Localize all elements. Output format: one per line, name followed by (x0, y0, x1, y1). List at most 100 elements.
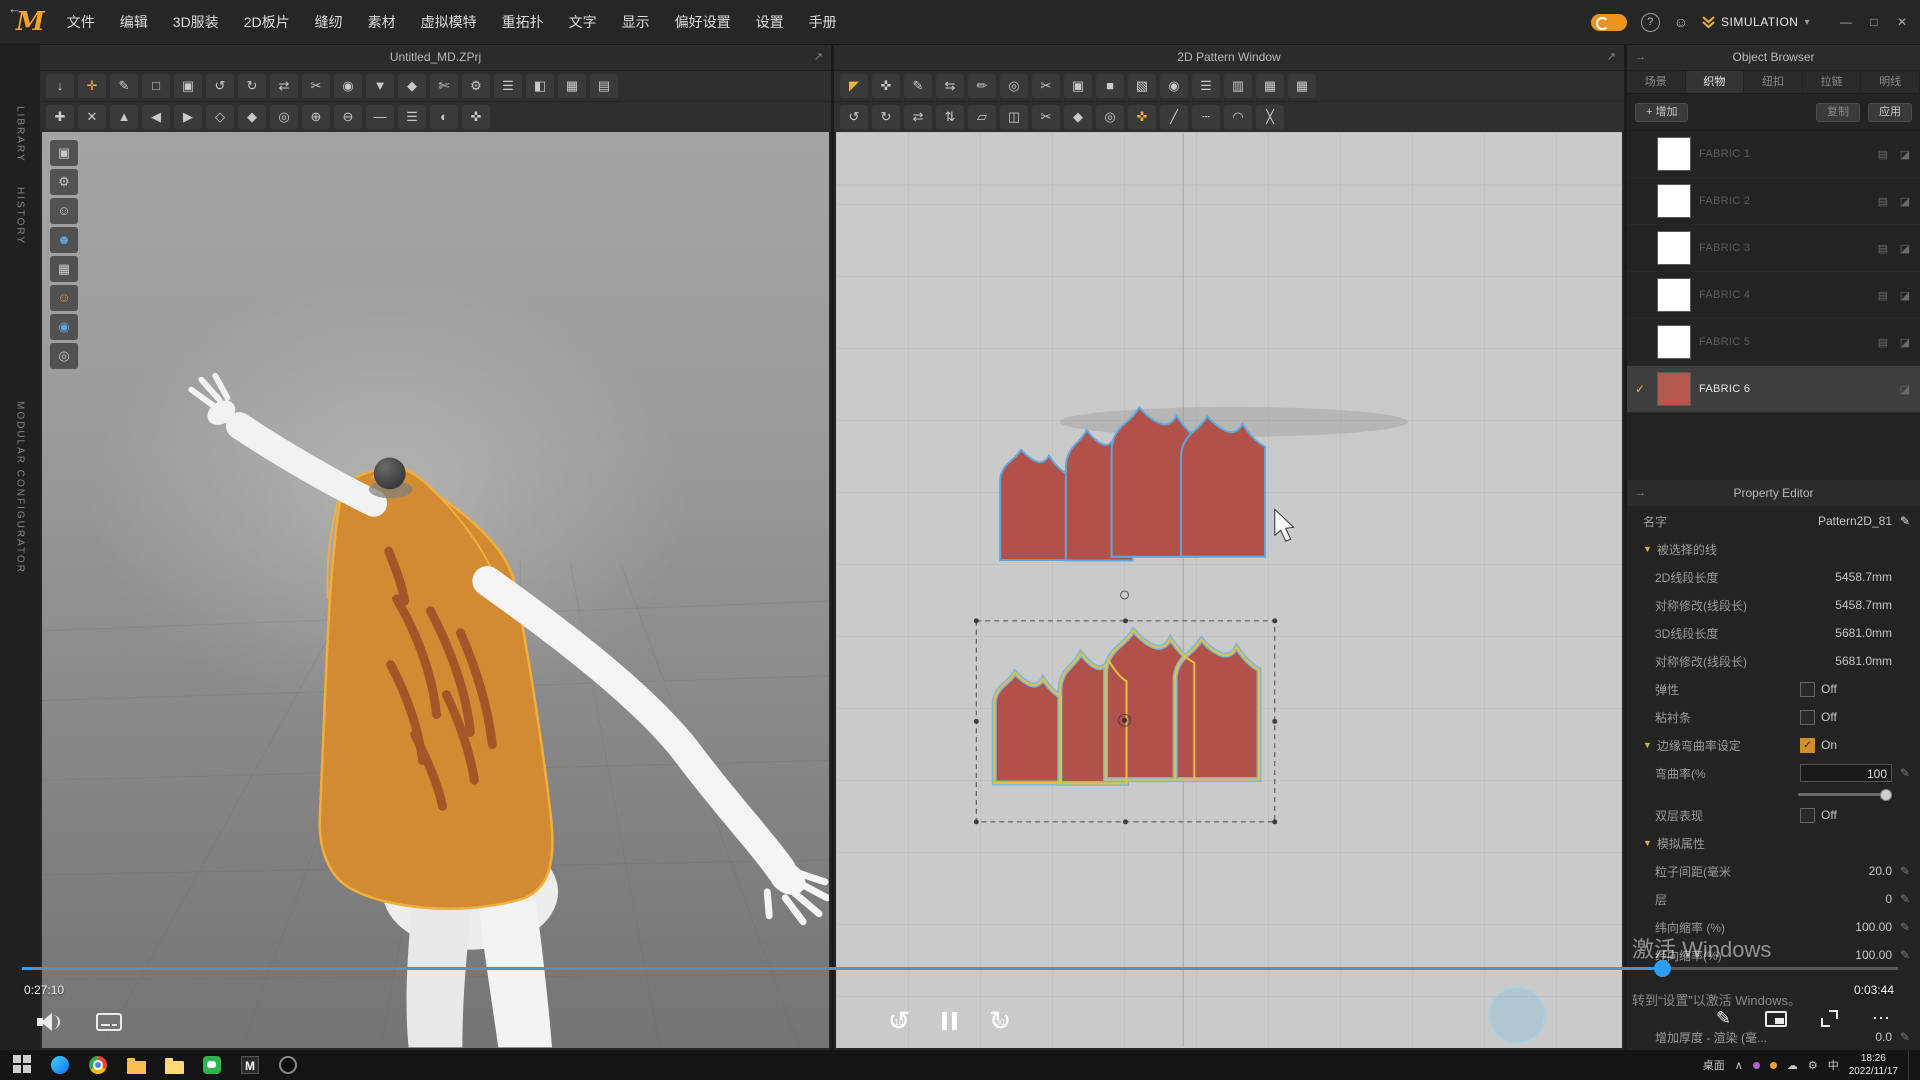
toolbar-icon[interactable]: ⚙ (462, 74, 490, 98)
tab-scene[interactable]: 场景 (1627, 71, 1686, 93)
annotate-pencil-icon[interactable]: ✎ (1716, 1008, 1731, 1029)
taskbar-item-marvelous-designer[interactable]: M (240, 1055, 260, 1075)
collapse-arrow-icon[interactable]: → (1635, 44, 1646, 70)
toolbar-icon[interactable]: ▧ (1128, 74, 1156, 98)
section-simulation-properties[interactable]: ▼ 模拟属性 (1627, 829, 1920, 857)
sidebar-item-modular-configurator[interactable]: MODULAR CONFIGURATOR (15, 401, 26, 574)
toolbar-icon[interactable]: ◇ (206, 105, 234, 129)
toolbar-icon[interactable]: ▤ (590, 74, 618, 98)
show-desktop-button[interactable] (1908, 1050, 1914, 1080)
menu-item[interactable]: 文字 (569, 12, 597, 32)
sheet-icon[interactable]: ▤ (1876, 148, 1890, 161)
toolbar-icon[interactable]: ◫ (1000, 105, 1028, 129)
avatar-mode-icon[interactable]: ⚙ (50, 169, 78, 195)
desktop-toolbar-label[interactable]: 桌面 (1703, 1057, 1725, 1073)
taskbar-item-chrome[interactable] (88, 1055, 108, 1075)
list-item[interactable]: ✓ FABRIC 4 ▤ ◪ (1627, 272, 1920, 319)
pivot-marker[interactable] (1121, 591, 1129, 599)
menu-item[interactable]: 3D服装 (173, 12, 219, 32)
taskbar-clock[interactable]: 18:26 2022/11/17 (1849, 1052, 1898, 1078)
toolbar-icon[interactable]: ▦ (558, 74, 586, 98)
pin-icon[interactable]: ◪ (1898, 242, 1912, 255)
more-options-icon[interactable]: ⋯ (1872, 1008, 1890, 1029)
toolbar-icon[interactable]: ☰ (1192, 74, 1220, 98)
pattern-canvas[interactable] (836, 132, 1622, 1048)
sidebar-item-history[interactable]: HISTORY (15, 187, 26, 245)
sheet-icon[interactable]: ▤ (1876, 195, 1890, 208)
toolbar-icon[interactable]: ▥ (1224, 74, 1252, 98)
subtitles-icon[interactable] (96, 1013, 122, 1031)
toolbar-icon[interactable]: ◎ (270, 105, 298, 129)
collapse-arrow-icon[interactable]: → (1635, 480, 1646, 506)
video-progress-handle[interactable] (1654, 960, 1671, 977)
toolbar-icon[interactable]: ⇆ (936, 74, 964, 98)
menu-item[interactable]: 缝纫 (315, 12, 343, 32)
help-icon[interactable]: ? (1641, 13, 1660, 32)
property-value[interactable]: 0.0 (1875, 1030, 1892, 1044)
keyframe-pencil-icon[interactable]: ✎ (1898, 948, 1912, 962)
pattern-group-top[interactable] (1000, 408, 1265, 561)
toolbar-icon[interactable]: ◐ (430, 105, 458, 129)
checkbox-off[interactable] (1800, 710, 1815, 725)
toolbar-icon[interactable]: ▣ (1064, 74, 1092, 98)
tray-settings-icon[interactable]: ⚙ (1808, 1059, 1818, 1072)
float-badge[interactable] (1488, 986, 1546, 1044)
avatar-mode-icon[interactable]: ☻ (50, 227, 78, 253)
tab-fabric[interactable]: 织物 (1686, 71, 1745, 93)
taskbar-item-folder[interactable] (126, 1055, 146, 1075)
menu-item[interactable]: 设置 (756, 12, 784, 32)
toolbar-icon[interactable]: ▼ (366, 74, 394, 98)
fullscreen-icon[interactable] (1821, 1010, 1838, 1027)
toolbar-icon[interactable]: ╳ (1256, 105, 1284, 129)
sheet-icon[interactable]: ▤ (1876, 289, 1890, 302)
toolbar-icon[interactable]: ↺ (840, 105, 868, 129)
pin-icon[interactable]: ◪ (1898, 148, 1912, 161)
toolbar-icon[interactable]: ◉ (334, 74, 362, 98)
toolbar-icon[interactable]: ↻ (872, 105, 900, 129)
toolbar-icon[interactable]: ◧ (526, 74, 554, 98)
forward-30-button[interactable]: ↻ 30 (985, 1006, 1015, 1036)
tray-expand-icon[interactable]: ∧ (1735, 1059, 1743, 1072)
garment[interactable] (320, 468, 553, 908)
tab-topstitch[interactable]: 明线 (1861, 71, 1920, 93)
popout-icon[interactable]: ↗ (1607, 44, 1616, 70)
pin-icon[interactable]: ◪ (1898, 289, 1912, 302)
account-icon[interactable]: ☺ (1674, 14, 1688, 30)
keyframe-pencil-icon[interactable]: ✎ (1898, 766, 1912, 780)
menu-item[interactable]: 虚拟模特 (421, 12, 477, 32)
toolbar-icon[interactable]: ⇄ (904, 105, 932, 129)
copy-button[interactable]: 复制 (1816, 103, 1860, 122)
avatar-mode-icon[interactable]: ▣ (50, 140, 78, 166)
pin-icon[interactable]: ◪ (1898, 336, 1912, 349)
fabric-swatch[interactable] (1657, 137, 1691, 171)
apply-button[interactable]: 应用 (1868, 103, 1912, 122)
toolbar-icon[interactable]: ◆ (398, 74, 426, 98)
sheet-icon[interactable]: ▤ (1876, 336, 1890, 349)
keyframe-pencil-icon[interactable]: ✎ (1898, 892, 1912, 906)
rewind-10-button[interactable]: ↺ 10 (884, 1006, 914, 1036)
toolbar-icon[interactable]: ◎ (1000, 74, 1028, 98)
volume-icon[interactable] (36, 1012, 62, 1032)
avatar-mode-icon[interactable]: ☺ (50, 198, 78, 224)
menu-item[interactable]: 素材 (368, 12, 396, 32)
toolbar-icon[interactable]: ▲ (110, 105, 138, 129)
pause-button[interactable] (942, 1006, 957, 1036)
keyframe-pencil-icon[interactable]: ✎ (1898, 864, 1912, 878)
avatar-mode-icon[interactable]: ◉ (50, 314, 78, 340)
maximize-button[interactable]: □ (1862, 0, 1886, 44)
toolbar-icon[interactable]: ⇄ (270, 74, 298, 98)
avatar-mode-icon[interactable]: ◎ (50, 343, 78, 369)
fabric-swatch[interactable] (1657, 372, 1691, 406)
toolbar-icon[interactable]: ✛ (78, 74, 106, 98)
toolbar-icon[interactable]: ◤ (840, 74, 868, 98)
fabric-swatch[interactable] (1657, 184, 1691, 218)
fabric-swatch[interactable] (1657, 325, 1691, 359)
simulation-toggle[interactable]: SIMULATION ▾ (1702, 15, 1810, 29)
toolbar-icon[interactable]: ↓ (46, 74, 74, 98)
taskbar-item-explorer[interactable] (164, 1055, 184, 1075)
avatar-mode-icon[interactable]: ☺ (50, 285, 78, 311)
toolbar-icon[interactable]: — (366, 105, 394, 129)
curvature-input[interactable]: 100 (1800, 764, 1892, 782)
toolbar-icon[interactable]: ⊕ (302, 105, 330, 129)
toolbar-icon[interactable]: ◠ (1224, 105, 1252, 129)
